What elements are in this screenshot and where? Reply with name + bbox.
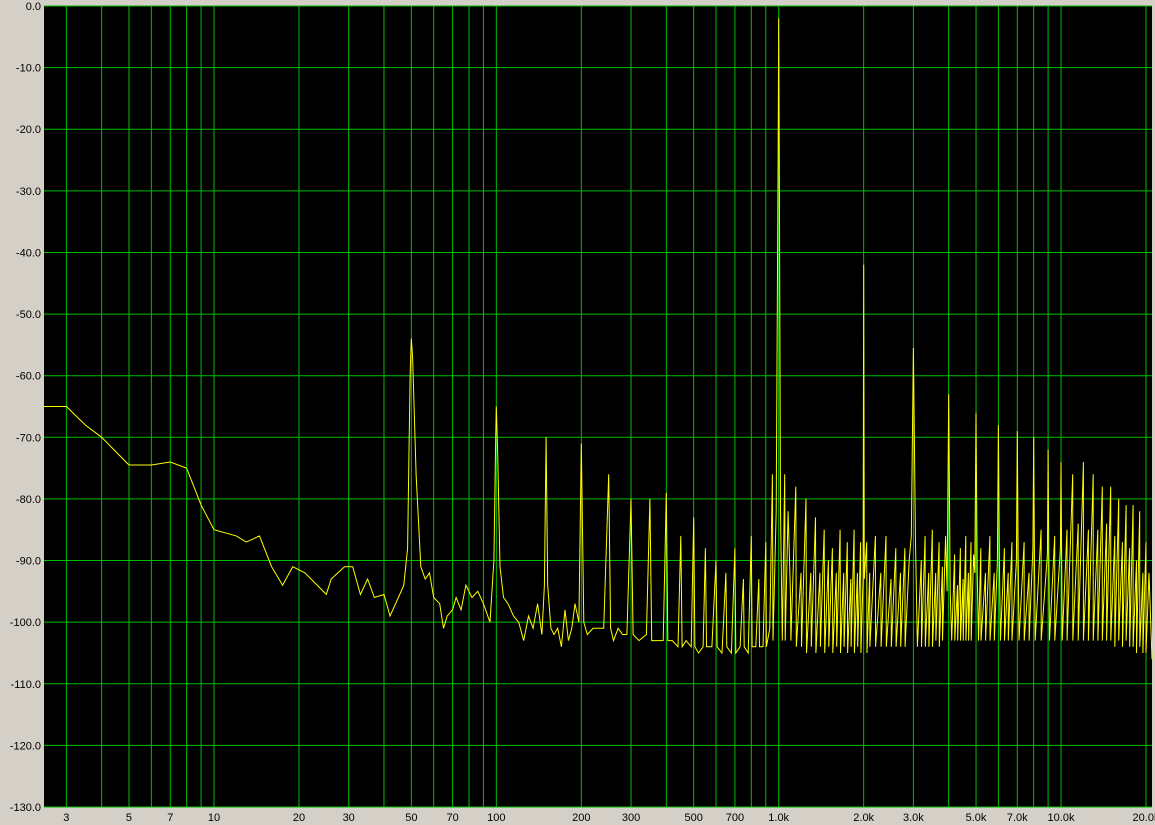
plot-background <box>44 6 1152 807</box>
y-tick-label: 0.0 <box>26 1 41 13</box>
x-tick-label: 3 <box>63 812 69 824</box>
x-tick-label: 20 <box>293 812 305 824</box>
x-tick-label: 500 <box>685 812 703 824</box>
y-tick-label: -70.0 <box>16 432 41 444</box>
y-tick-label: -40.0 <box>16 247 41 259</box>
spectrum-chart: 0.0 -10.0 -20.0 -30.0 -40.0 -50.0 -60.0 -70.0 -8… <box>10 1 1155 824</box>
x-axis-labels: 3 5 7 10 20 30 50 70 100 200 300 500 700 1.0k 2.0k 3.0k… <box>63 812 1155 824</box>
x-tick-label: 10.0k <box>1048 812 1075 824</box>
x-tick-label: 100 <box>487 812 505 824</box>
x-tick-label: 1.0k <box>768 812 789 824</box>
x-tick-label: 5 <box>126 812 132 824</box>
x-tick-label: 20.0k <box>1133 812 1155 824</box>
y-tick-label: -110.0 <box>11 679 41 691</box>
x-tick-label: 10 <box>208 812 220 824</box>
x-tick-label: 200 <box>572 812 590 824</box>
x-tick-label: 7.0k <box>1007 812 1028 824</box>
x-tick-label: 50 <box>405 812 417 824</box>
x-tick-label: 30 <box>343 812 355 824</box>
x-tick-label: 70 <box>446 812 458 824</box>
y-tick-label: -10.0 <box>16 63 41 75</box>
x-tick-label: 5.0k <box>966 812 987 824</box>
y-tick-label: -60.0 <box>16 371 41 383</box>
y-tick-label: -90.0 <box>16 556 41 568</box>
y-tick-label: -20.0 <box>16 124 41 136</box>
y-tick-label: -130.0 <box>10 802 41 814</box>
y-axis-labels: 0.0 -10.0 -20.0 -30.0 -40.0 -50.0 -60.0 -70.0 -8… <box>10 1 41 814</box>
x-tick-label: 300 <box>622 812 640 824</box>
x-tick-label: 700 <box>726 812 744 824</box>
y-tick-label: -50.0 <box>16 309 41 321</box>
y-tick-label: -30.0 <box>16 186 41 198</box>
x-tick-label: 7 <box>167 812 173 824</box>
y-tick-label: -80.0 <box>16 494 41 506</box>
y-tick-label: -100.0 <box>10 617 41 629</box>
x-tick-label: 2.0k <box>853 812 874 824</box>
x-tick-label: 3.0k <box>903 812 924 824</box>
y-tick-label: -120.0 <box>10 740 41 752</box>
